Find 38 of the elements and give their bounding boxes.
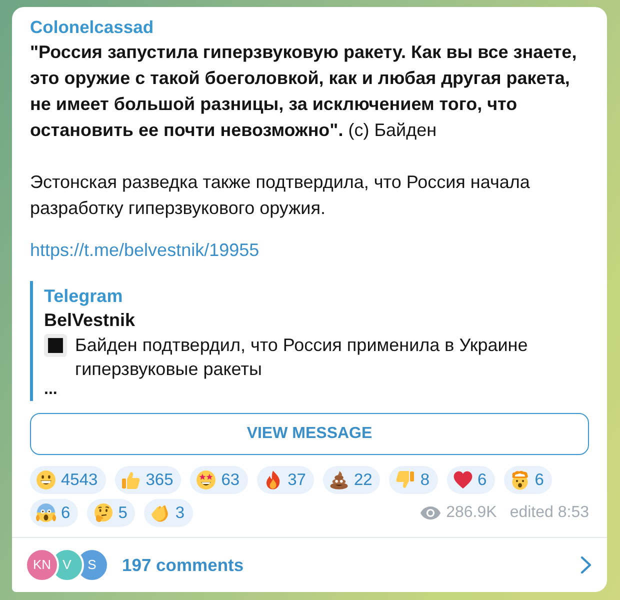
reaction-button[interactable]: 22 [322, 466, 380, 494]
exploding-head-icon [510, 470, 530, 490]
reaction-button[interactable]: 5 [87, 499, 136, 527]
reaction-button[interactable]: 6 [30, 499, 78, 527]
reaction-button[interactable]: 4543 [30, 466, 106, 494]
avatar: KN [25, 548, 59, 582]
star-eyes-face-icon [196, 470, 216, 490]
edited-time: edited 8:53 [510, 503, 589, 523]
chevron-right-icon[interactable] [579, 555, 593, 575]
reaction-button[interactable]: 6 [504, 466, 552, 494]
thinking-face-icon [93, 503, 114, 523]
view-count: 286.9K [446, 503, 497, 523]
clapping-hands-icon [150, 503, 170, 523]
grinning-face-icon [36, 470, 56, 490]
reaction-button[interactable]: 63 [190, 466, 248, 494]
preview-title: BelVestnik [44, 309, 136, 332]
view-message-button[interactable]: VIEW MESSAGE [30, 413, 589, 455]
link-preview-card[interactable]: Telegram BelVestnik Байден подтвердил, что Россия применила в Украине гиперзвуковые ракеты ... [30, 281, 589, 401]
reaction-button[interactable]: 6 [446, 466, 495, 494]
post-paragraph: Эстонская разведка также подтвердила, что Россия начала разработку гиперзвукового оружия. [30, 171, 531, 220]
reaction-button[interactable]: 365 [114, 466, 182, 494]
thumbs-up-icon [120, 470, 141, 490]
preview-site-name: Telegram [44, 285, 124, 308]
preview-text: Байден подтвердил, что Россия применила в Украине гиперзвуковые ракеты [75, 334, 529, 381]
eye-icon [420, 506, 442, 520]
poop-icon [328, 470, 349, 490]
screaming-face-icon [36, 503, 56, 523]
comments-link[interactable]: 197 comments [122, 552, 244, 578]
thumbs-down-icon [395, 470, 416, 490]
post-paragraph: "Россия запустила гиперзвуковую ракету. Как вы все знаете, это оружие с такой боеголовкой, как и любая другая ракета, не имеет большой разницы, за исключением того, что остановить ее почти невозможно". (с) Байден [30, 41, 578, 142]
heart-icon [452, 470, 473, 490]
reaction-button[interactable]: 3 [144, 499, 193, 527]
link[interactable]: https://t.me/belvestnik/19955 [30, 240, 260, 260]
reaction-button[interactable]: 8 [389, 466, 438, 494]
preview-ellipsis: ... [44, 381, 58, 399]
channel-name[interactable]: Colonelcassad [30, 16, 593, 39]
square-icon [44, 334, 67, 357]
reaction-button[interactable]: 37 [256, 466, 314, 494]
